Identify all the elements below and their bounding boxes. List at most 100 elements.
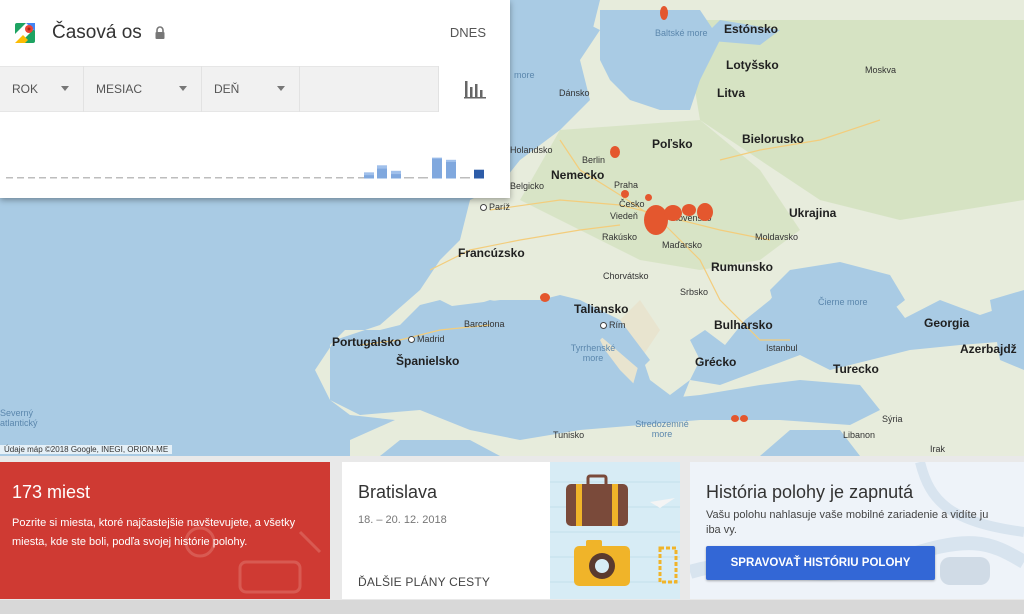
histogram-bar[interactable] bbox=[404, 177, 414, 179]
trip-card[interactable]: Bratislava 18. – 20. 12. 2018 ĎALŠIE PLÁ… bbox=[342, 462, 680, 599]
map-label-moldova: Moldavsko bbox=[755, 232, 799, 242]
map-label-berlin: Berlin bbox=[582, 155, 606, 165]
location-marker[interactable] bbox=[660, 6, 668, 20]
map-label-belgium: Belgicko bbox=[510, 181, 545, 191]
location-history-description: Vašu polohu nahlasuje vaše mobilné zaria… bbox=[706, 509, 989, 536]
histogram-empty-day bbox=[116, 177, 123, 179]
histogram-empty-day bbox=[72, 177, 79, 179]
map-label-iraq: Irak bbox=[930, 444, 946, 454]
histogram-bar[interactable] bbox=[391, 170, 401, 179]
histogram-empty-day bbox=[215, 177, 222, 179]
histogram-bar[interactable] bbox=[474, 169, 484, 179]
map-label-georgia: Georgia bbox=[924, 316, 970, 330]
chevron-down-icon bbox=[277, 86, 285, 91]
histogram-empty-day bbox=[314, 177, 321, 179]
map-label-rim: Rím bbox=[600, 320, 626, 330]
histogram-empty-day bbox=[358, 177, 365, 179]
map-label-barcelona: Barcelona bbox=[464, 319, 505, 329]
location-marker[interactable] bbox=[697, 203, 713, 221]
histogram-empty-day bbox=[347, 177, 354, 179]
location-marker[interactable] bbox=[621, 190, 629, 198]
map-label-atlantic: Severný atlantický bbox=[0, 408, 38, 428]
bottom-scroll-bar[interactable] bbox=[0, 600, 1024, 614]
map-label-romania: Rumunsko bbox=[711, 260, 774, 274]
histogram-empty-day bbox=[6, 177, 13, 179]
year-dropdown[interactable]: ROK bbox=[0, 66, 84, 112]
places-card[interactable]: 173 miest Pozrite si miesta, ktoré najča… bbox=[0, 462, 330, 599]
location-marker[interactable] bbox=[610, 146, 620, 158]
map-label-ukraine: Ukrajina bbox=[789, 206, 837, 220]
map-label-spain: Španielsko bbox=[396, 354, 460, 368]
histogram-empty-day bbox=[50, 177, 57, 179]
location-history-card: História polohy je zapnutá Vašu polohu n… bbox=[690, 462, 1024, 599]
location-history-heading: História polohy je zapnutá bbox=[706, 482, 914, 502]
map-label-mediterranean-sea: Stredozemné more bbox=[635, 419, 689, 439]
location-marker[interactable] bbox=[540, 293, 550, 302]
histogram-empty-day bbox=[204, 177, 211, 179]
map-label-greece: Grécko bbox=[695, 355, 737, 369]
histogram-empty-day bbox=[61, 177, 68, 179]
histogram-empty-day bbox=[281, 177, 288, 179]
today-button[interactable]: DNES bbox=[450, 25, 486, 40]
histogram-empty-day bbox=[39, 177, 46, 179]
histogram-empty-day bbox=[182, 177, 189, 179]
map-label-poland: Poľsko bbox=[652, 137, 693, 151]
map-label-moskva: Moskva bbox=[865, 65, 897, 75]
map-label-istanbul: Istanbul bbox=[766, 343, 798, 353]
bar-chart-toggle-button[interactable] bbox=[438, 66, 510, 112]
trip-dates: 18. – 20. 12. 2018 bbox=[358, 514, 447, 526]
google-maps-logo-icon bbox=[15, 23, 35, 43]
histogram-bar[interactable] bbox=[460, 177, 470, 179]
map-label-netherlands: Holandsko bbox=[510, 145, 553, 155]
histogram-bar[interactable] bbox=[418, 177, 428, 179]
histogram-empty-day bbox=[193, 177, 200, 179]
histogram-empty-day bbox=[259, 177, 266, 179]
histogram-empty-day bbox=[226, 177, 233, 179]
manage-location-history-button[interactable]: SPRAVOVAŤ HISTÓRIU POLOHY bbox=[706, 546, 935, 580]
histogram-empty-day bbox=[237, 177, 244, 179]
histogram-empty-day bbox=[292, 177, 299, 179]
year-dropdown-label: ROK bbox=[12, 82, 39, 96]
location-marker[interactable] bbox=[740, 415, 748, 422]
map-label-estonia: Estónsko bbox=[724, 22, 779, 36]
activity-histogram[interactable] bbox=[0, 112, 510, 198]
histogram-empty-day bbox=[171, 177, 178, 179]
map-label-croatia: Chorvátsko bbox=[603, 271, 649, 281]
map-label-turkey: Turecko bbox=[833, 362, 879, 376]
day-dropdown[interactable]: DEŇ bbox=[202, 66, 300, 112]
histogram-empty-day bbox=[94, 177, 101, 179]
histogram-bar[interactable] bbox=[446, 159, 456, 179]
summary-cards: 173 miest Pozrite si miesta, ktoré najča… bbox=[0, 456, 1024, 614]
map-label-north-sea: more bbox=[514, 70, 535, 80]
location-marker[interactable] bbox=[645, 194, 652, 201]
map-label-france: Francúzsko bbox=[458, 246, 525, 260]
map-label-paris: Paríž bbox=[480, 202, 510, 212]
lock-icon bbox=[155, 26, 165, 39]
location-marker[interactable] bbox=[664, 205, 682, 221]
histogram-empty-day bbox=[303, 177, 310, 179]
histogram-empty-day bbox=[28, 177, 35, 179]
map-label-madrid: Madrid bbox=[408, 334, 445, 344]
chevron-down-icon bbox=[61, 86, 69, 91]
histogram-bar[interactable] bbox=[432, 157, 442, 179]
map-label-austria: Rakúsko bbox=[602, 232, 638, 242]
location-marker[interactable] bbox=[682, 204, 696, 216]
histogram-empty-day bbox=[270, 177, 277, 179]
location-marker[interactable] bbox=[731, 415, 739, 422]
more-trips-link[interactable]: ĎALŠIE PLÁNY CESTY bbox=[358, 575, 490, 589]
map-label-germany: Nemecko bbox=[551, 168, 605, 182]
histogram-empty-day bbox=[336, 177, 343, 179]
histogram-empty-day bbox=[83, 177, 90, 179]
histogram-bar[interactable] bbox=[364, 172, 374, 179]
histogram-empty-day bbox=[248, 177, 255, 179]
map-label-latvia: Lotyšsko bbox=[726, 58, 779, 72]
histogram-empty-day bbox=[17, 177, 24, 179]
map-label-hungary: Maďarsko bbox=[662, 240, 703, 250]
histogram-empty-day bbox=[127, 177, 134, 179]
map-label-lithuania: Litva bbox=[717, 86, 746, 100]
histogram-bar[interactable] bbox=[377, 165, 387, 179]
places-description: Pozrite si miesta, ktoré najčastejšie na… bbox=[12, 517, 296, 548]
histogram-empty-day bbox=[149, 177, 156, 179]
histogram-empty-day bbox=[160, 177, 167, 179]
month-dropdown[interactable]: MESIAC bbox=[84, 66, 202, 112]
